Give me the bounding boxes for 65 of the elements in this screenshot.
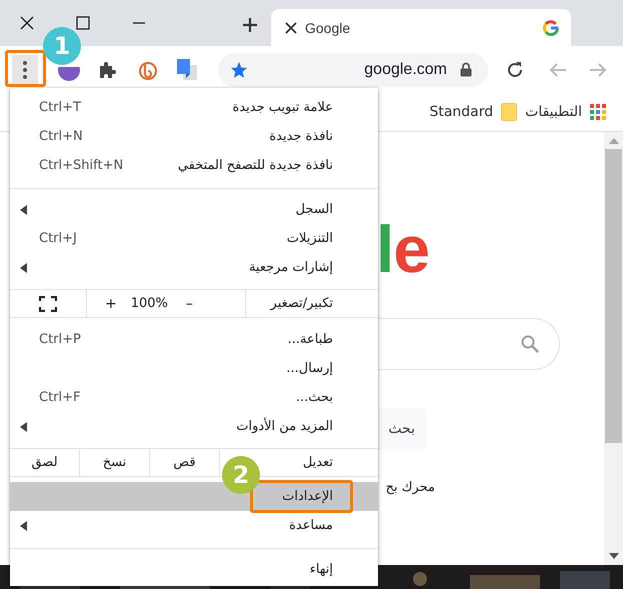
fullscreen-icon bbox=[39, 296, 57, 312]
avatar-icon[interactable] bbox=[58, 67, 80, 81]
menu-item[interactable]: السجل bbox=[10, 195, 378, 224]
menu-item-label: تكبير/تصغير bbox=[270, 296, 333, 311]
menu-item-label: تعديل bbox=[302, 455, 333, 470]
circle-icon[interactable] bbox=[138, 60, 158, 80]
highlight-frame bbox=[5, 50, 46, 87]
logo-text: le bbox=[378, 224, 430, 274]
translate-icon[interactable] bbox=[177, 58, 197, 80]
folder-icon bbox=[501, 103, 518, 121]
zoom-out-button[interactable]: – bbox=[186, 296, 193, 312]
menu-item-label: التنزيلات bbox=[286, 231, 333, 246]
menu-item-label: نافذة جديدة bbox=[269, 129, 333, 144]
bookmark-label: التطبيقات bbox=[525, 104, 582, 120]
scroll-down-icon[interactable] bbox=[608, 553, 618, 559]
bookmark-item[interactable]: Standard bbox=[429, 103, 518, 121]
search-icon bbox=[521, 335, 539, 353]
address-text: google.com bbox=[363, 60, 448, 78]
menu-item-label: الإعدادات bbox=[282, 489, 333, 504]
close-icon[interactable] bbox=[20, 16, 34, 30]
menu-item-label: مساعدة bbox=[289, 518, 333, 533]
menu-item-label: طباعة... bbox=[288, 332, 333, 347]
footer-text: محرك بح bbox=[384, 480, 435, 495]
edit-action-button[interactable]: لصق bbox=[10, 449, 80, 476]
close-icon[interactable] bbox=[285, 22, 297, 34]
menu-item-label: نافذة جديدة للتصفح المتخفي bbox=[178, 158, 333, 173]
menu-item-label: علامة تبويب جديدة bbox=[232, 100, 333, 115]
menu-item-label: بحث... bbox=[296, 390, 333, 405]
scrollbar[interactable] bbox=[604, 132, 623, 565]
menu-item[interactable]: إنهاء bbox=[10, 555, 378, 584]
menu-item[interactable]: مساعدة bbox=[10, 511, 378, 540]
reload-icon[interactable] bbox=[506, 60, 524, 78]
apps-grid-icon bbox=[590, 104, 606, 120]
lock-icon bbox=[460, 62, 472, 77]
shortcut-text: Ctrl+J bbox=[39, 231, 77, 246]
shortcut-text: Ctrl+Shift+N bbox=[39, 158, 124, 173]
menu-item-label: السجل bbox=[296, 202, 333, 217]
menu-item-label: إنهاء bbox=[310, 562, 333, 577]
menu-item[interactable]: إشارات مرجعية bbox=[10, 253, 378, 282]
star-icon[interactable] bbox=[230, 60, 248, 78]
shortcut-text: Ctrl+F bbox=[39, 390, 81, 405]
edit-action-button[interactable]: نسخ bbox=[80, 449, 150, 476]
shortcut-text: Ctrl+T bbox=[39, 100, 81, 115]
shortcut-text: Ctrl+P bbox=[39, 332, 81, 347]
maximize-icon[interactable] bbox=[76, 16, 90, 30]
menu-item-label: إشارات مرجعية bbox=[248, 260, 333, 275]
puzzle-icon[interactable] bbox=[97, 60, 117, 80]
search-button[interactable]: بحث bbox=[378, 408, 427, 450]
logo-icon bbox=[543, 20, 559, 36]
zoom-level: 100% bbox=[130, 296, 168, 311]
menu-item[interactable]: المزيد من الأدوات bbox=[10, 412, 378, 441]
tab-title: Google bbox=[305, 20, 352, 36]
new-tab-icon[interactable] bbox=[242, 17, 258, 33]
menu-item[interactable]: الإعدادات bbox=[10, 482, 378, 511]
browser-tab[interactable]: Google bbox=[271, 9, 571, 46]
shortcut-text: Ctrl+N bbox=[39, 129, 83, 144]
address-bar[interactable]: google.com bbox=[218, 52, 488, 86]
zoom-in-button[interactable]: + bbox=[105, 296, 117, 312]
bookmark-label: Standard bbox=[429, 104, 494, 120]
menu-item-label: المزيد من الأدوات bbox=[236, 419, 333, 434]
menu-item-label: إرسال... bbox=[286, 361, 333, 376]
bookmark-item[interactable]: التطبيقات bbox=[525, 104, 606, 120]
menu-icon[interactable] bbox=[12, 54, 38, 84]
edit-action-button[interactable]: قص bbox=[150, 449, 220, 476]
menu-item[interactable]: إرسال... bbox=[10, 354, 378, 383]
